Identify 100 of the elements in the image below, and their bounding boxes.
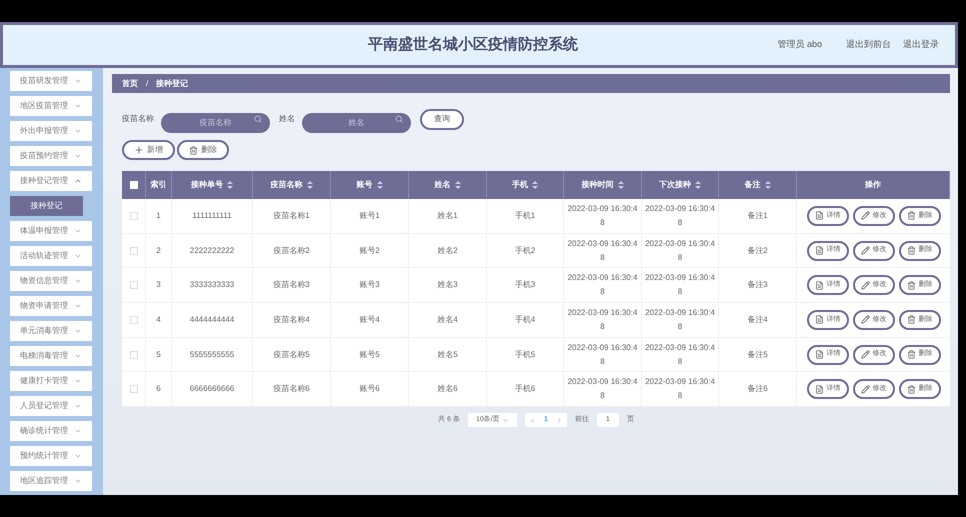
chevron-icon xyxy=(74,152,82,160)
column-header[interactable]: 姓名 xyxy=(409,171,487,199)
table-cell-text: 疫苗名称4 xyxy=(273,314,310,326)
sidebar-item[interactable]: 预约统计管理 xyxy=(10,446,92,466)
column-header[interactable]: 接种时间 xyxy=(564,171,642,199)
search-icon xyxy=(254,115,262,123)
breadcrumb-link[interactable]: 首页 xyxy=(122,78,138,90)
sidebar-item[interactable]: 地区疫苗管理 xyxy=(10,96,92,116)
table-cell-text: 账号4 xyxy=(359,314,380,326)
breadcrumb-link[interactable]: 接种登记 xyxy=(156,78,188,90)
sort-icon[interactable] xyxy=(376,181,382,189)
table-cell-text: 备注1 xyxy=(747,210,768,222)
table-cell-text: 手机6 xyxy=(514,383,536,396)
table-cell-text: 姓名5 xyxy=(437,348,458,361)
table-cell-text: 手机4 xyxy=(514,314,536,326)
sidebar-item[interactable]: 物资申请管理 xyxy=(10,296,92,316)
sidebar-item[interactable]: 电梯消毒管理 xyxy=(10,346,92,366)
prev-page-icon[interactable] xyxy=(528,416,536,424)
chevron-icon xyxy=(74,177,82,185)
chevron-icon xyxy=(74,277,82,285)
table-cell-text: 手机2 xyxy=(514,244,536,257)
column-header[interactable]: 疫苗名称 xyxy=(253,171,331,199)
document-icon xyxy=(814,315,824,324)
table-cell-text: 疫苗名称5 xyxy=(273,348,310,361)
table-cell-text: 2 xyxy=(156,244,161,257)
column-header[interactable]: 下次接种 xyxy=(642,171,719,199)
table-cell-text: 姓名4 xyxy=(437,314,458,326)
column-header[interactable]: 账号 xyxy=(331,171,409,199)
row-checkbox[interactable] xyxy=(130,212,138,220)
column-header[interactable]: 备注 xyxy=(719,171,797,199)
table-cell-text: 姓名6 xyxy=(437,383,458,396)
row-checkbox[interactable] xyxy=(130,246,138,255)
chevron-icon xyxy=(74,102,82,110)
sidebar-item[interactable]: 疫苗预约管理 xyxy=(10,146,92,166)
header-link[interactable]: 退出登录 xyxy=(903,38,939,52)
sort-icon[interactable] xyxy=(532,181,538,189)
chevron-icon xyxy=(74,77,82,85)
search-field[interactable]: 姓名 xyxy=(302,112,411,132)
table-cell-text: 备注3 xyxy=(747,279,768,292)
chevron-icon xyxy=(74,352,82,360)
sidebar-item[interactable]: 接种登记管理 xyxy=(10,171,92,191)
row-checkbox[interactable] xyxy=(130,350,138,359)
pencil-icon xyxy=(860,280,870,290)
sidebar-item[interactable]: 确诊统计管理 xyxy=(10,421,92,441)
sidebar-item[interactable]: 疫苗研发管理 xyxy=(10,71,92,91)
chevron-icon xyxy=(74,327,82,335)
sidebar-item[interactable]: 人员登记管理 xyxy=(10,396,92,416)
row-checkbox[interactable] xyxy=(130,385,138,394)
chevron-icon xyxy=(74,302,82,310)
sidebar-item[interactable]: 单元消毒管理 xyxy=(10,321,92,341)
pencil-icon xyxy=(860,384,870,394)
search-field[interactable]: 疫苗名称 xyxy=(161,112,270,132)
sort-icon[interactable] xyxy=(306,181,312,189)
select-all-checkbox[interactable] xyxy=(130,181,138,189)
column-header[interactable]: 操作 xyxy=(797,171,950,199)
search-icon xyxy=(395,115,403,123)
table-cell-text: 4 xyxy=(156,314,161,326)
sort-icon[interactable] xyxy=(454,181,460,189)
next-page-icon[interactable] xyxy=(556,416,563,424)
column-header[interactable]: 索引 xyxy=(146,171,172,199)
row-checkbox[interactable] xyxy=(130,281,138,290)
add-button[interactable]: 新增 xyxy=(122,140,175,160)
table-cell-text: 账号3 xyxy=(359,279,380,292)
sidebar-item[interactable]: 物资信息管理 xyxy=(10,271,92,291)
sidebar-subitem[interactable]: 接种登记 xyxy=(10,196,83,216)
sort-icon[interactable] xyxy=(618,181,624,189)
column-header[interactable]: 手机 xyxy=(487,171,564,199)
row-checkbox[interactable] xyxy=(130,316,138,324)
table-cell-text: 疫苗名称3 xyxy=(273,279,310,292)
table-cell-text: 疫苗名称2 xyxy=(273,244,310,257)
column-header[interactable]: 接种单号 xyxy=(172,171,253,199)
table-cell-text: 手机1 xyxy=(514,210,536,222)
chevron-icon xyxy=(74,252,82,260)
trash-icon xyxy=(906,280,916,290)
trash-icon xyxy=(906,384,916,394)
document-icon xyxy=(814,384,824,394)
header-link[interactable]: 退出到前台 xyxy=(846,38,891,52)
chevron-icon xyxy=(74,452,82,460)
plus-icon xyxy=(134,145,144,155)
sidebar-item[interactable]: 体温申报管理 xyxy=(10,221,92,241)
table-cell-text: 1 xyxy=(156,210,161,222)
sidebar-item[interactable]: 健康打卡管理 xyxy=(10,371,92,391)
sidebar-item[interactable]: 活动轨迹管理 xyxy=(10,246,92,266)
trash-icon xyxy=(906,211,916,220)
table-cell-text: 账号5 xyxy=(359,348,380,361)
table-cell-text: 疫苗名称6 xyxy=(273,383,310,396)
sidebar-item[interactable]: 地区追踪管理 xyxy=(10,471,92,491)
trash-icon xyxy=(906,246,916,256)
sort-icon[interactable] xyxy=(227,181,233,189)
field-label: 疫苗名称 xyxy=(122,113,154,125)
table-cell-text: 备注4 xyxy=(747,314,768,326)
table-cell-text: 2022-03-09 16:30:48 xyxy=(645,272,715,298)
sidebar-item[interactable]: 外出申报管理 xyxy=(10,121,92,141)
delete-button[interactable]: 删除 xyxy=(177,140,229,160)
table-cell-text: 6666666666 xyxy=(190,383,234,396)
sort-icon[interactable] xyxy=(764,181,770,189)
table-cell-text: 账号6 xyxy=(359,383,380,396)
user-label: 管理员 abo xyxy=(777,38,822,52)
query-button[interactable]: 查询 xyxy=(420,108,464,130)
sort-icon[interactable] xyxy=(695,181,701,189)
